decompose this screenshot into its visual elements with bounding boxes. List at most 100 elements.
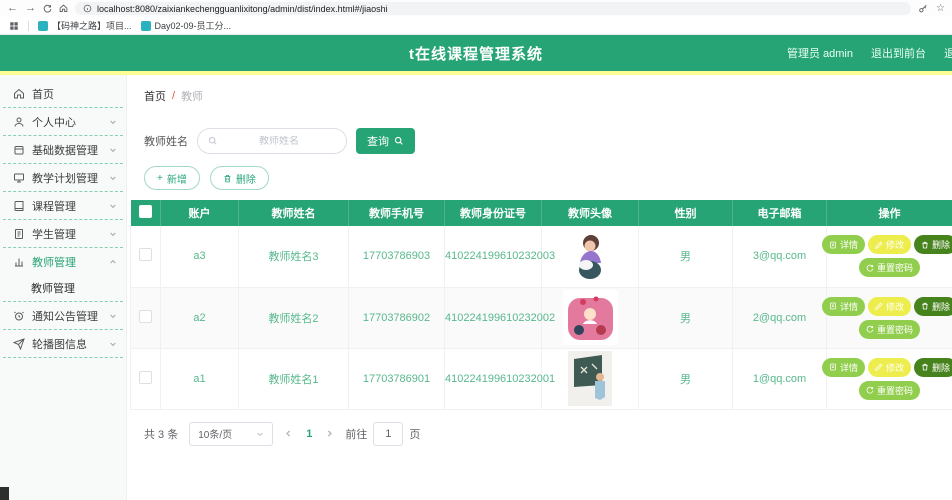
detail-label: 详情 [840, 361, 858, 374]
cell-phone: 17703786901 [349, 348, 445, 409]
cell-name: 教师姓名1 [239, 348, 349, 409]
detail-button[interactable]: 详情 [822, 297, 865, 316]
chevron-down-icon [109, 174, 117, 182]
sidebar-item-label: 轮播图信息 [32, 336, 87, 352]
key-icon[interactable] [918, 4, 928, 14]
sidebar-item-carousel-info[interactable]: 轮播图信息 [0, 330, 126, 357]
document-icon [829, 363, 837, 371]
bookmarks-bar: 【码神之路】项目... Day02-09-员工分... [0, 17, 952, 35]
row-actions: 详情 修改 删除 重置密码 [827, 297, 952, 339]
delete-button[interactable]: 删除 [210, 166, 269, 190]
forward-icon[interactable]: → [25, 3, 36, 14]
chevron-down-icon [109, 202, 117, 210]
alarm-clock-icon [13, 310, 25, 322]
bookmark-item[interactable]: Day02-09-员工分... [141, 19, 232, 32]
prev-page-icon[interactable] [284, 429, 293, 438]
goto-page-input[interactable] [373, 422, 403, 446]
goto-label: 前往 [345, 426, 367, 442]
teacher-name-input[interactable] [222, 136, 336, 147]
sidebar-item-course-management[interactable]: 课程管理 [0, 192, 126, 219]
exit-to-front-link[interactable]: 退出到前台 [871, 45, 926, 61]
folder-icon [13, 144, 25, 156]
trash-icon [223, 174, 232, 183]
row-delete-button[interactable]: 删除 [914, 235, 952, 254]
edit-button[interactable]: 修改 [868, 358, 911, 377]
toolbar: + 新增 删除 [144, 166, 935, 190]
row-delete-label: 删除 [932, 238, 950, 251]
info-icon [83, 4, 92, 13]
apps-grid-icon[interactable] [9, 21, 19, 31]
page-unit-label: 页 [409, 426, 420, 442]
sidebar-item-student-management[interactable]: 学生管理 [0, 220, 126, 247]
bookmark-star-icon[interactable]: ☆ [936, 4, 945, 14]
bookmark-item[interactable]: 【码神之路】项目... [38, 19, 132, 32]
reset-password-button[interactable]: 重置密码 [859, 381, 920, 400]
row-checkbox[interactable] [139, 248, 152, 261]
current-page[interactable]: 1 [306, 428, 312, 440]
reset-password-label: 重置密码 [877, 384, 913, 397]
sidebar-item-label: 课程管理 [32, 198, 76, 214]
reset-password-button[interactable]: 重置密码 [859, 320, 920, 339]
cell-email: 2@qq.com [733, 287, 827, 348]
row-actions: 详情 修改 删除 重置密码 [827, 358, 952, 400]
search-box [197, 128, 347, 154]
refresh-icon [866, 386, 874, 394]
select-all-checkbox[interactable] [139, 205, 152, 218]
column-header-idcard: 教师身份证号 [445, 200, 542, 226]
edit-button[interactable]: 修改 [868, 235, 911, 254]
teacher-avatar [542, 229, 638, 284]
row-delete-button[interactable]: 删除 [914, 358, 952, 377]
detail-button[interactable]: 详情 [822, 235, 865, 254]
bookmark-label: 【码神之路】项目... [52, 19, 132, 32]
edit-button[interactable]: 修改 [868, 297, 911, 316]
sidebar-item-teacher-management[interactable]: 教师管理 [0, 248, 126, 275]
sidebar-subitem-teacher-management[interactable]: 教师管理 [0, 275, 126, 301]
sidebar-subitem-label: 教师管理 [31, 280, 75, 296]
next-page-icon[interactable] [325, 429, 334, 438]
back-icon[interactable]: ← [7, 3, 18, 14]
page-title: t在线课程管理系统 [409, 43, 543, 64]
sidebar-item-home[interactable]: 首页 [0, 80, 126, 107]
edit-label: 修改 [886, 300, 904, 313]
cell-idcard: 410224199610232003 [445, 226, 542, 287]
reset-password-button[interactable]: 重置密码 [859, 258, 920, 277]
sidebar-item-personal-center[interactable]: 个人中心 [0, 108, 126, 135]
row-delete-button[interactable]: 删除 [914, 297, 952, 316]
document-icon [829, 302, 837, 310]
document-icon [829, 241, 837, 249]
cell-phone: 17703786903 [349, 226, 445, 287]
cell-gender: 男 [639, 287, 733, 348]
breadcrumb-home[interactable]: 首页 [144, 88, 166, 104]
home-button-icon[interactable] [59, 4, 68, 13]
row-delete-label: 删除 [932, 300, 950, 313]
sidebar-item-notice-management[interactable]: 通知公告管理 [0, 302, 126, 329]
teacher-avatar [542, 351, 638, 406]
column-header-name: 教师姓名 [239, 200, 349, 226]
pager: 1 [284, 428, 334, 440]
column-header-phone: 教师手机号 [349, 200, 445, 226]
send-icon [13, 338, 25, 350]
table-header-row: 账户 教师姓名 教师手机号 教师身份证号 教师头像 性别 电子邮箱 操作 [131, 200, 952, 226]
breadcrumb: 首页 / 教师 [127, 88, 952, 104]
row-checkbox[interactable] [139, 310, 152, 323]
sidebar-item-teaching-plan[interactable]: 教学计划管理 [0, 164, 126, 191]
logout-link[interactable]: 退出 [944, 45, 952, 61]
query-button-label: 查询 [367, 133, 389, 149]
pencil-icon [875, 363, 883, 371]
refresh-icon [866, 325, 874, 333]
monitor-icon [13, 172, 25, 184]
address-bar[interactable]: localhost:8080/zaixiankechengguanlixiton… [75, 2, 911, 15]
query-button[interactable]: 查询 [356, 128, 415, 154]
browser-toolbar: ← → localhost:8080/zaixiankechengguanlix… [0, 0, 952, 17]
sidebar-item-basic-data[interactable]: 基础数据管理 [0, 136, 126, 163]
detail-button[interactable]: 详情 [822, 358, 865, 377]
cell-name: 教师姓名2 [239, 287, 349, 348]
search-row: 教师姓名 查询 [144, 128, 935, 154]
divider [3, 357, 123, 358]
pencil-icon [875, 302, 883, 310]
row-checkbox[interactable] [139, 371, 152, 384]
refresh-icon[interactable] [43, 4, 52, 13]
cell-account: a2 [161, 287, 239, 348]
add-button[interactable]: + 新增 [144, 166, 200, 190]
page-size-select[interactable]: 10条/页 [189, 422, 273, 446]
